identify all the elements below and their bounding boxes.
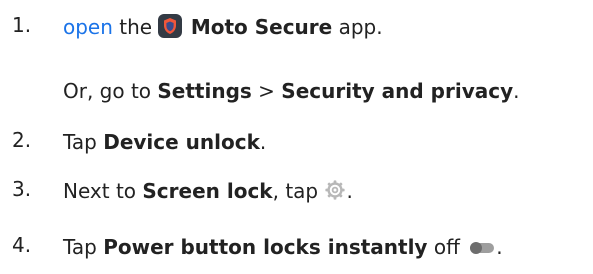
step-text: Tap Device unlock. — [63, 130, 267, 154]
device-unlock-label: Device unlock — [103, 130, 260, 154]
step-text: Tap Power button locks instantly off . — [63, 235, 503, 259]
open-app-link[interactable]: open — [63, 15, 113, 39]
step-text: Or, go to Settings > Security and privac… — [63, 79, 520, 103]
app-name: Moto Secure — [190, 15, 333, 39]
toggle-off-icon — [470, 242, 495, 254]
step-number: 1. — [12, 13, 32, 37]
step-text: Next to Screen lock, tap . — [63, 179, 353, 203]
step-number: 3. — [12, 177, 32, 201]
screen-lock-label: Screen lock — [142, 179, 273, 203]
step-number: 4. — [12, 233, 32, 257]
step-number: 2. — [12, 128, 32, 152]
power-button-locks-label: Power button locks instantly — [103, 235, 428, 259]
settings-label: Settings — [157, 79, 252, 103]
instruction-steps: 1. open the Moto Secure app. Or, go to S… — [0, 0, 593, 274]
security-privacy-label: Security and privacy — [281, 79, 514, 103]
step-text: open the Moto Secure app. — [63, 14, 383, 39]
gear-icon — [325, 180, 346, 200]
moto-secure-app-icon — [158, 14, 183, 38]
